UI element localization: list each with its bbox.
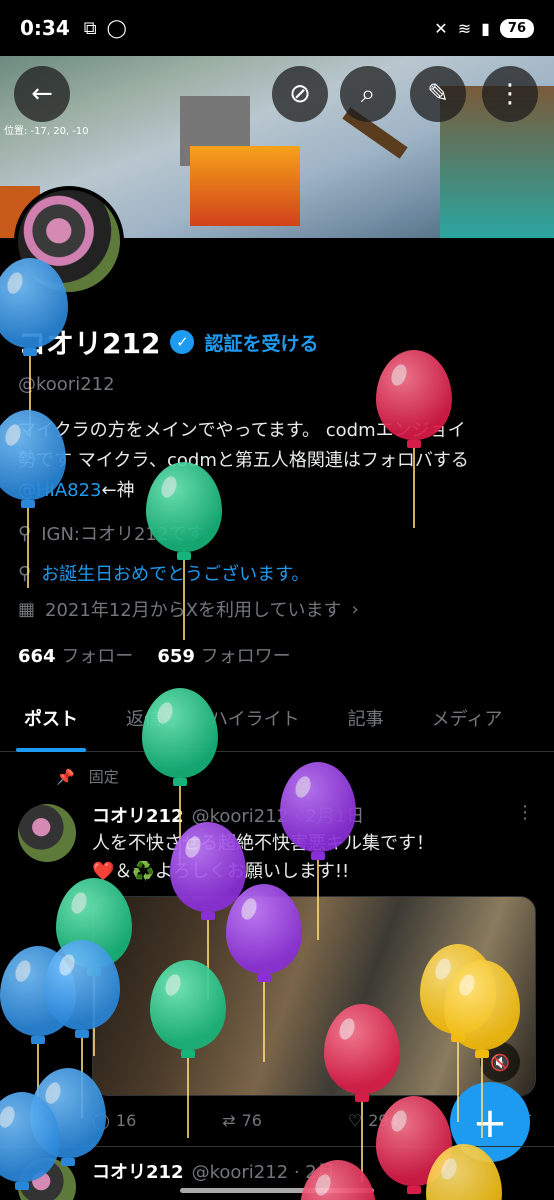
reply-button[interactable]: ◯ 16	[92, 1108, 136, 1132]
plus-icon: +	[472, 1097, 508, 1147]
tab-media[interactable]: メディア	[408, 690, 527, 752]
verified-badge-icon[interactable]: ✓	[170, 330, 195, 354]
banner-campfire	[190, 146, 300, 226]
post-avatar[interactable]	[18, 1158, 76, 1200]
joined-text: 2021年12月からXを利用しています	[45, 600, 342, 621]
get-verified-link[interactable]: 認証を受ける	[204, 329, 318, 356]
search-icon: ⌕	[360, 78, 376, 109]
like-count: 294	[368, 1110, 399, 1130]
status-right: ✕ ≋ ▮ 76	[434, 18, 534, 38]
repost-icon: ⇄	[222, 1110, 236, 1130]
tab-articles[interactable]: 記事	[324, 690, 408, 752]
status-bar: 0:34 ⧉ ◯ ✕ ≋ ▮ 76	[0, 0, 554, 56]
post-text: 人を不快させる超絶不快害悪キル集です！ ❤️＆♻️よろしくお願いします!!	[92, 830, 532, 886]
post-header: コオリ212 @koori212 · 2月1日	[92, 802, 364, 828]
pin-icon: 📌	[56, 767, 75, 786]
edit-button[interactable]: ✎	[410, 66, 466, 122]
compose-button[interactable]: +	[450, 1082, 530, 1162]
ign-row: ⚲ IGN:コオリ212です	[18, 520, 204, 546]
bio-mention-link[interactable]: @HIA823	[18, 480, 102, 501]
followers-label: フォロワー	[200, 646, 291, 667]
birthday-link[interactable]: お誕生日おめでとうございます。	[41, 560, 309, 586]
post-video[interactable]	[92, 896, 536, 1096]
mute-toggle-icon[interactable]: 🔇	[480, 1042, 520, 1082]
post-author[interactable]: コオリ212	[92, 1158, 184, 1184]
chat-bubble-icon: ◯	[106, 17, 127, 39]
back-button[interactable]: ←	[14, 66, 70, 122]
followers-count: 659	[157, 646, 195, 667]
followers-link[interactable]: 659 フォロワー	[157, 642, 290, 668]
more-vertical-icon: ⋮	[497, 79, 523, 109]
search-button[interactable]: ⌕	[340, 66, 396, 122]
screenshot-icon: ⧉	[83, 17, 97, 39]
repost-button[interactable]: ⇄ 76	[222, 1108, 262, 1132]
bio-tail: ←神	[101, 480, 135, 501]
battery-indicator: 76	[499, 18, 534, 38]
edit-icon: ✎	[427, 79, 449, 109]
reply-count: 16	[115, 1110, 137, 1130]
status-time: 0:34	[20, 16, 70, 40]
home-indicator[interactable]	[180, 1188, 374, 1193]
bio-line-1: マイクラの方をメインでやってます。 codmエンジョイ	[18, 420, 466, 441]
post-handle-date: @koori212 · 2月1日	[191, 806, 365, 827]
pinned-indicator: 📌 固定	[56, 766, 119, 787]
post-more-icon[interactable]: ⋮	[516, 802, 534, 823]
profile-bio: マイクラの方をメインでやってます。 codmエンジョイ 勢です マイクラ、cod…	[18, 416, 538, 506]
reply-icon: ◯	[92, 1110, 110, 1130]
repost-count: 76	[241, 1110, 262, 1130]
joined-row[interactable]: ▦ 2021年12月からXを利用しています ›	[18, 596, 359, 622]
post-text-line-1: 人を不快させる超絶不快害悪キル集です！	[92, 833, 434, 854]
signal-icon: ▮	[481, 18, 490, 38]
post-header: コオリ212 @koori212 · 2月	[92, 1158, 335, 1184]
calendar-icon: ▦	[18, 598, 36, 620]
bio-line-2: 勢です マイクラ、codmと第五人格関連はフォロバする	[18, 450, 469, 471]
birthday-row: ⚲ お誕生日おめでとうございます。	[18, 560, 309, 586]
tab-replies[interactable]: 返信	[102, 690, 186, 752]
grok-icon: ⊘	[289, 79, 311, 109]
balloon	[0, 946, 76, 1124]
following-count: 664	[18, 646, 56, 667]
pinned-label: 固定	[88, 768, 119, 786]
tab-posts[interactable]: ポスト	[0, 690, 102, 752]
heart-icon: ♡	[347, 1110, 363, 1130]
more-button[interactable]: ⋮	[482, 66, 538, 122]
following-label: フォロー	[61, 646, 134, 667]
like-button[interactable]: ♡ 294	[348, 1108, 399, 1132]
post-handle-date: @koori212 · 2月	[191, 1162, 335, 1183]
banner-coords: 位置: -17, 20, -10	[4, 126, 89, 137]
chevron-right-icon: ›	[351, 598, 359, 620]
ign-text: IGN:コオリ212です	[41, 524, 205, 545]
location-pin-icon: ⚲	[18, 522, 32, 544]
mute-icon: ✕	[434, 18, 448, 38]
grok-button[interactable]: ⊘	[272, 66, 328, 122]
post-avatar[interactable]	[18, 804, 76, 862]
post-author[interactable]: コオリ212	[92, 802, 184, 828]
profile-name-row: コオリ212 ✓ 認証を受ける	[18, 322, 318, 362]
back-arrow-icon: ←	[31, 79, 53, 109]
bio-line-3: @HIA823←神	[18, 476, 538, 506]
tab-highlights[interactable]: ハイライト	[186, 690, 324, 752]
wifi-icon: ≋	[457, 18, 472, 38]
profile-avatar[interactable]	[14, 186, 124, 296]
profile-name: コオリ212	[18, 327, 161, 360]
location-pin-icon: ⚲	[18, 562, 32, 584]
post-divider	[0, 1146, 554, 1147]
profile-tabs: ポスト 返信 ハイライト 記事 メディア	[0, 690, 554, 752]
follow-stats: 664 フォロー 659 フォロワー	[18, 642, 291, 668]
profile-handle: @koori212	[18, 374, 115, 395]
post-text-line-2: ❤️＆♻️よろしくお願いします!!	[92, 861, 350, 882]
following-link[interactable]: 664 フォロー	[18, 642, 133, 668]
